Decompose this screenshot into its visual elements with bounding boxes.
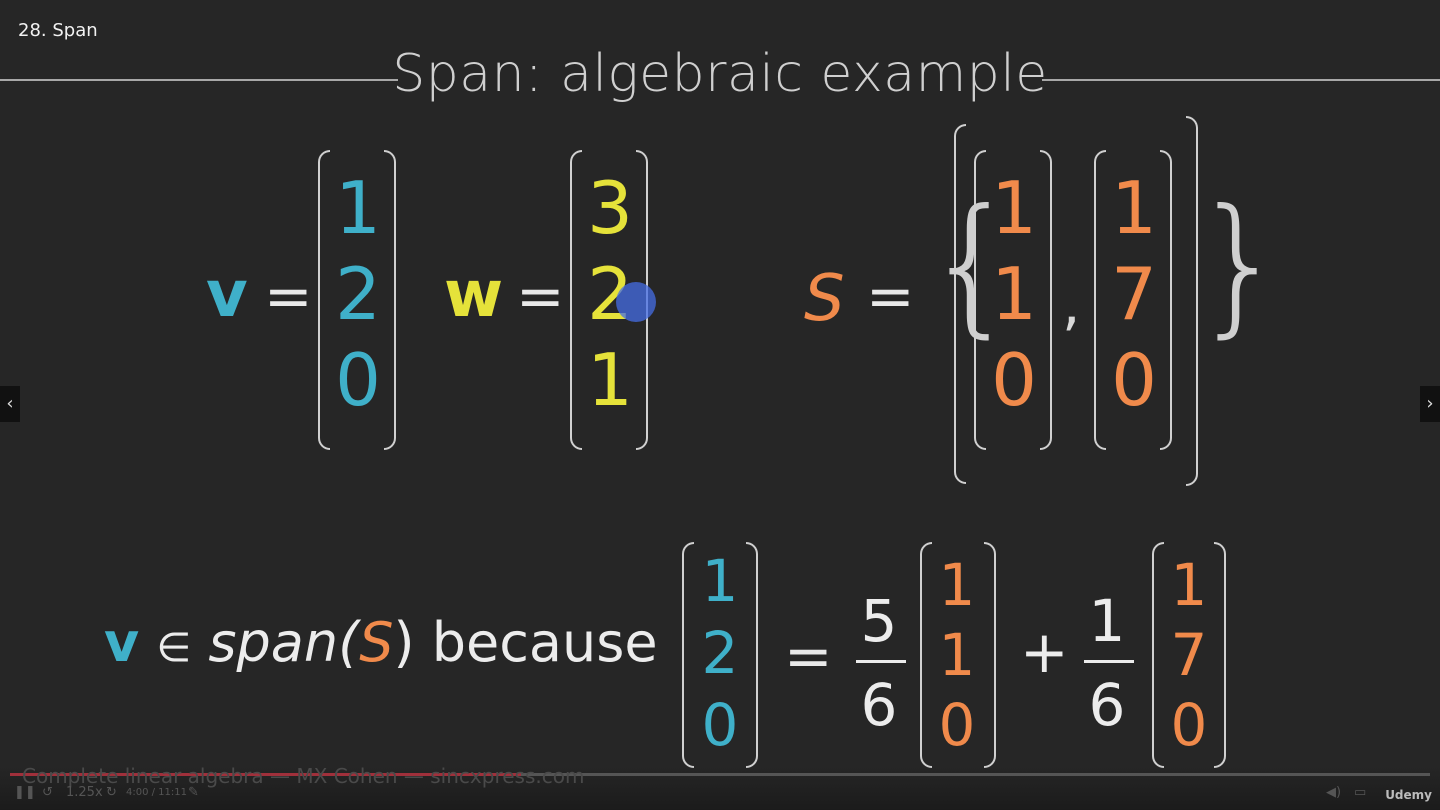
bs2-entry: 1 [1170, 551, 1208, 619]
v-label: v [206, 258, 248, 332]
bs1-entry: 1 [938, 621, 976, 689]
v-entry: 2 [335, 252, 381, 336]
bv-entry: 1 [701, 547, 739, 615]
previous-slide-button[interactable]: ‹ [0, 386, 20, 422]
bottom-equals: = [784, 622, 833, 690]
because-word: because [431, 611, 658, 674]
v-entry: 0 [335, 338, 381, 422]
slide-title: Span: algebraic example [392, 44, 1048, 104]
s1-entry: 1 [991, 252, 1037, 336]
s2-entry: 0 [1111, 338, 1157, 422]
time-display: 4:00 / 11:11 [126, 787, 188, 798]
s1-entry: 1 [991, 166, 1037, 250]
bs2-entry: 0 [1170, 691, 1208, 759]
set-comma: , [1062, 270, 1081, 338]
coef1-fraction-bar [856, 660, 906, 663]
set-brace-right: } [1192, 178, 1288, 352]
membership-statement: v ∈ span(S) because [104, 616, 658, 670]
rewind-icon[interactable]: ↺ [42, 785, 53, 800]
bs1-entry: 0 [938, 691, 976, 759]
settings-icon[interactable]: ▭ [1354, 785, 1366, 800]
s2-entry: 1 [1111, 166, 1157, 250]
volume-icon[interactable]: ◀) [1326, 785, 1341, 800]
speed-button[interactable]: 1.25x [66, 785, 103, 800]
plus-sign: + [1020, 618, 1069, 686]
bv-entry: 0 [701, 691, 739, 759]
coef1-numerator: 5 [860, 587, 898, 655]
statement-s: S [359, 611, 394, 674]
s-equals: = [866, 262, 915, 330]
w-entry: 1 [587, 338, 633, 422]
s1-entry: 0 [991, 338, 1037, 422]
next-slide-button[interactable]: › [1420, 386, 1440, 422]
s-label: S [804, 262, 845, 336]
bookmark-icon[interactable]: ✎ [188, 785, 199, 800]
w-equals: = [516, 262, 565, 330]
w-entry: 3 [587, 166, 633, 250]
forward-icon[interactable]: ↻ [106, 785, 117, 800]
coef1-denominator: 6 [860, 671, 898, 739]
v-equals: = [264, 262, 313, 330]
coef2-denominator: 6 [1088, 671, 1126, 739]
bv-entry: 2 [701, 619, 739, 687]
bs1-entry: 1 [938, 551, 976, 619]
s2-entry: 7 [1111, 252, 1157, 336]
set-outer-left [954, 124, 966, 484]
w-label: w [444, 258, 504, 332]
lecture-title: 28. Span [18, 20, 98, 41]
pointer-highlight [616, 282, 656, 322]
span-close: ) [393, 611, 415, 674]
bs2-entry: 7 [1170, 621, 1208, 689]
pause-icon[interactable]: ❚❚ [14, 785, 36, 800]
element-of-symbol: ∈ [156, 625, 192, 671]
statement-v: v [104, 611, 140, 674]
span-open: span( [208, 611, 360, 674]
coef2-fraction-bar [1084, 660, 1134, 663]
v-entry: 1 [335, 166, 381, 250]
coef2-numerator: 1 [1088, 587, 1126, 655]
udemy-logo[interactable]: Udemy [1385, 788, 1432, 802]
